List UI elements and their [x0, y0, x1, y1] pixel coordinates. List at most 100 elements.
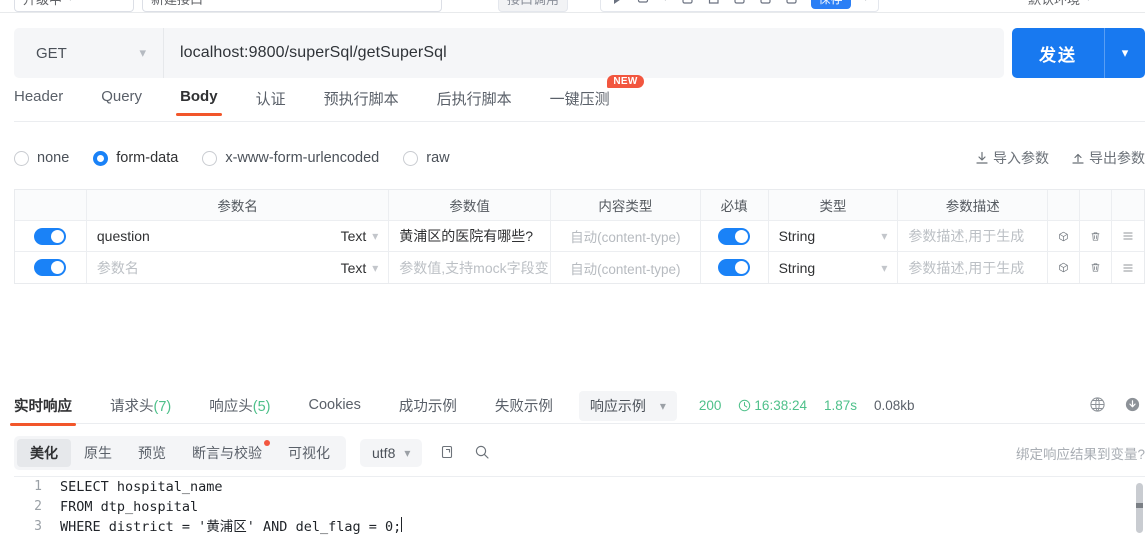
radio-raw[interactable]: raw: [403, 150, 450, 166]
tab-auth-label: 认证: [255, 91, 286, 108]
table-row: 参数名 Text ▾ 参数值,支持mock字段变 自动(content-type…: [15, 252, 1144, 283]
row-mock-button[interactable]: [1048, 221, 1081, 251]
url-input[interactable]: localhost:9800/superSql/getSuperSql: [164, 28, 1004, 78]
param-io-actions: 导入参数 导出参数: [975, 148, 1145, 168]
row-content-type[interactable]: 自动(content-type): [551, 221, 701, 251]
env-select-label: 默认环境: [1028, 0, 1080, 8]
editor-scrollbar-thumb[interactable]: [1136, 503, 1143, 508]
tab-query[interactable]: Query: [101, 88, 142, 115]
row-param-name-cell[interactable]: question Text ▾: [87, 221, 390, 251]
tab-success-example[interactable]: 成功示例: [399, 387, 457, 425]
send-button[interactable]: 发送 ▾: [1012, 28, 1145, 78]
row-menu-button[interactable]: [1112, 252, 1144, 283]
globe-button[interactable]: [1089, 396, 1106, 416]
editor-scrollbar[interactable]: [1136, 483, 1143, 533]
copy-icon: [442, 445, 453, 458]
save-button[interactable]: 保存: [810, 0, 851, 9]
tab-cookies-label: Cookies: [308, 397, 361, 413]
row-required-toggle[interactable]: [701, 252, 769, 283]
bind-response-variable-hint[interactable]: 绑定响应结果到变量?: [1016, 443, 1145, 463]
more-icon[interactable]: [785, 0, 798, 5]
formatter-tab-group: 美化 原生 预览 断言与校验 可视化: [14, 436, 346, 470]
row-enable-toggle[interactable]: [15, 221, 87, 251]
chevron-down-icon: ▾: [881, 229, 888, 243]
row-param-value-cell[interactable]: 黄浦区的医院有哪些?: [389, 221, 551, 251]
response-time-value: 16:38:24: [754, 398, 807, 413]
response-size: 0.08kb: [874, 398, 915, 413]
formatter-tools: [440, 444, 490, 463]
mock-button-group: 接口调用: [498, 0, 569, 12]
line-text: SELECT hospital_name: [60, 479, 223, 495]
row-param-name-type: Text: [340, 228, 367, 244]
row-delete-button[interactable]: [1080, 252, 1112, 283]
response-example-select-label: 响应示例: [589, 397, 646, 414]
formatter-tab-preview[interactable]: 预览: [125, 439, 179, 467]
row-delete-button[interactable]: [1080, 221, 1112, 251]
copy-button[interactable]: [440, 444, 456, 463]
tab-body[interactable]: Body: [176, 88, 222, 116]
code-line: 3 WHERE district = '黄浦区' AND del_flag = …: [14, 517, 1145, 537]
row-param-name-type: Text: [340, 259, 367, 276]
export-params-button[interactable]: 导出参数: [1071, 148, 1145, 168]
formatter-tab-raw[interactable]: 原生: [71, 439, 125, 467]
formatter-tab-beautify[interactable]: 美化: [17, 439, 71, 467]
version-select[interactable]: 升级中 ▾: [14, 0, 134, 12]
top-toolbar-strip: 升级中 ▾ 新建接口 接口调用 ▾: [0, 0, 1145, 13]
chevron-down-icon[interactable]: ▾: [663, 0, 668, 4]
tab-request-headers[interactable]: 请求头(7): [110, 387, 171, 425]
response-duration: 1.87s: [823, 398, 858, 413]
row-param-value-cell[interactable]: 参数值,支持mock字段变: [389, 252, 551, 283]
radio-form-data[interactable]: form-data: [93, 150, 178, 166]
tab-auth[interactable]: 认证: [256, 88, 286, 119]
chevron-down-icon: ▾: [139, 45, 146, 60]
search-button[interactable]: [474, 444, 490, 463]
env-select[interactable]: 默认环境 ▾: [1020, 0, 1099, 12]
send-options-chevron-down-icon[interactable]: ▾: [1105, 45, 1145, 61]
cube-icon: [1059, 262, 1068, 273]
document-icon[interactable]: [681, 0, 694, 5]
http-method-select[interactable]: GET ▾: [14, 28, 164, 78]
tab-response-headers[interactable]: 响应头(5): [209, 387, 270, 425]
row-type-select[interactable]: String ▾: [769, 252, 899, 283]
response-example-select[interactable]: 响应示例 ▾: [578, 390, 677, 421]
formatter-tab-assertion[interactable]: 断言与校验: [179, 439, 275, 467]
download-button[interactable]: [1124, 396, 1141, 416]
row-content-type[interactable]: 自动(content-type): [551, 252, 701, 283]
copy-icon[interactable]: [637, 0, 650, 5]
tab-response-headers-count: (5): [252, 398, 271, 415]
row-description-input[interactable]: 参数描述,用于生成: [898, 252, 1049, 283]
encoding-select[interactable]: utf8 ▾: [360, 439, 423, 467]
tab-header[interactable]: Header: [14, 88, 63, 115]
radio-urlencoded[interactable]: x-www-form-urlencoded: [202, 150, 379, 166]
tab-stress-test[interactable]: 一键压测 NEW: [549, 75, 644, 119]
new-badge: NEW: [607, 75, 644, 88]
tab-pre-script[interactable]: 预执行脚本: [324, 88, 399, 119]
tab-failure-example[interactable]: 失败示例: [495, 387, 553, 425]
row-type-select[interactable]: String ▾: [769, 221, 899, 251]
history-icon[interactable]: [759, 0, 772, 5]
api-name-input[interactable]: 新建接口: [142, 0, 442, 12]
row-menu-button[interactable]: [1112, 221, 1144, 251]
share-icon[interactable]: [733, 0, 746, 5]
row-enable-toggle[interactable]: [15, 252, 87, 283]
formatter-tab-visualize[interactable]: 可视化: [275, 439, 343, 467]
row-param-name-cell[interactable]: 参数名 Text ▾: [87, 252, 390, 283]
tab-realtime-response[interactable]: 实时响应: [10, 387, 76, 426]
chevron-down-icon[interactable]: ▾: [864, 0, 869, 4]
row-description-input[interactable]: 参数描述,用于生成: [898, 221, 1049, 251]
tab-post-script-label: 后执行脚本: [436, 91, 512, 108]
row-required-toggle[interactable]: [701, 221, 769, 251]
mock-button[interactable]: 接口调用: [498, 0, 569, 12]
line-text: WHERE district = '黄浦区' AND del_flag = 0;: [60, 519, 402, 535]
row-mock-button[interactable]: [1048, 252, 1081, 283]
run-icon[interactable]: [611, 0, 624, 5]
version-select-label: 升级中: [23, 0, 62, 8]
tab-stress-test-label: 一键压测: [549, 91, 610, 108]
tab-post-script[interactable]: 后执行脚本: [437, 88, 512, 119]
response-code-editor[interactable]: 1 SELECT hospital_name 2 FROM dtp_hospit…: [14, 476, 1145, 547]
response-meta: 200 16:38:24 1.87s 0.08kb: [699, 398, 915, 413]
note-icon[interactable]: [707, 0, 720, 5]
import-params-button[interactable]: 导入参数: [975, 148, 1049, 168]
radio-none[interactable]: none: [14, 150, 69, 166]
tab-cookies[interactable]: Cookies: [308, 389, 360, 422]
